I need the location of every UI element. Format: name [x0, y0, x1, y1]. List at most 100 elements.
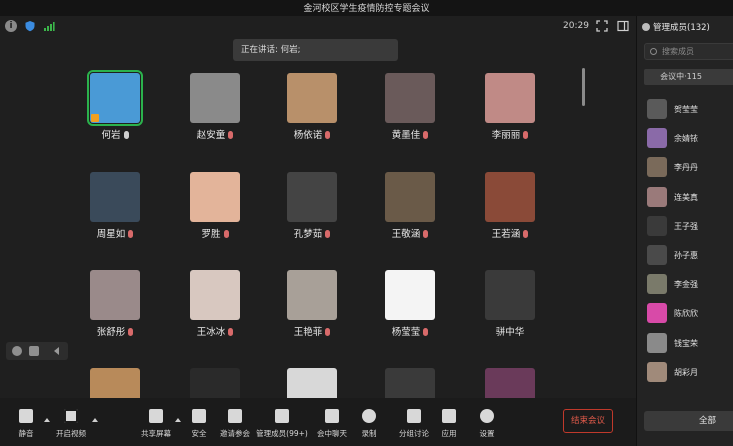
member-row[interactable]: 王子强 — [647, 215, 733, 237]
member-name: 王子强 — [674, 221, 698, 231]
mic-muted-icon — [228, 131, 234, 139]
member-row[interactable]: 钱宝荣 — [647, 332, 733, 354]
participant-name: 孔梦茹 — [272, 226, 352, 240]
member-name: 钱宝荣 — [674, 338, 698, 348]
shield-icon[interactable] — [24, 20, 36, 32]
member-row[interactable]: 孙子惠 — [647, 244, 733, 266]
participant-tile[interactable]: 张舒彤 — [75, 263, 155, 343]
participant-avatar — [485, 270, 535, 320]
participant-name: 周星如 — [75, 226, 155, 240]
participant-name: 李丽丽 — [470, 127, 550, 141]
clock: 20:29 — [563, 21, 589, 31]
member-row[interactable]: 贺莹莹 — [647, 98, 733, 120]
member-row[interactable]: 李金强 — [647, 273, 733, 295]
participant-name: 王冰冰 — [175, 324, 255, 338]
window-title: 金河校区学生疫情防控专题会议 — [303, 4, 430, 14]
members-panel-title: 管理成员(132) — [653, 23, 710, 33]
layout-icon[interactable] — [617, 20, 629, 32]
participant-name-text: 张舒彤 — [96, 327, 126, 338]
member-row[interactable]: 连美真 — [647, 186, 733, 208]
participant-tile[interactable]: 骈中华 — [470, 263, 550, 343]
participant-avatar — [287, 73, 337, 123]
participant-avatar — [385, 270, 435, 320]
shield-check-icon — [192, 409, 206, 423]
mic-muted-icon — [325, 328, 331, 336]
participant-name: 杨莹莹 — [370, 324, 450, 338]
tab-in-meeting[interactable]: 会议中·115 — [644, 69, 733, 85]
member-avatar — [647, 99, 667, 119]
info-icon[interactable]: i — [5, 20, 17, 32]
chat-bubble-icon[interactable] — [29, 346, 39, 356]
participant-tile[interactable]: 周星如 — [75, 165, 155, 245]
members-panel-header: 管理成员(132) — [642, 21, 710, 33]
members-icon — [642, 23, 650, 31]
mic-muted-icon — [423, 131, 429, 139]
members-button[interactable]: 管理成员(99+) — [256, 408, 308, 444]
title-bar: 金河校区学生疫情防控专题会议 — [0, 0, 733, 16]
all-members-button[interactable]: 全部 — [644, 411, 733, 431]
mic-muted-icon — [325, 230, 331, 238]
participant-tile[interactable]: 王艳菲 — [272, 263, 352, 343]
participant-tile[interactable]: 杨莹莹 — [370, 263, 450, 343]
fullscreen-icon[interactable] — [596, 20, 608, 32]
member-row[interactable]: 陈欣欣 — [647, 302, 733, 324]
participant-name: 罗胜 — [175, 226, 255, 240]
member-name: 贺莹莹 — [674, 105, 698, 114]
participant-tile[interactable]: 王若涵 — [470, 165, 550, 245]
participant-name-text: 王若涵 — [491, 229, 521, 240]
signal-icon[interactable] — [43, 20, 55, 32]
participant-tile[interactable]: 何岩 — [75, 66, 155, 146]
participant-tile[interactable]: 杨依诺 — [272, 66, 352, 146]
participant-name: 骈中华 — [470, 324, 550, 338]
search-icon — [650, 48, 657, 55]
participant-name-text: 王冰冰 — [196, 327, 226, 338]
member-row[interactable]: 胡彩月 — [647, 361, 733, 383]
participant-avatar — [190, 270, 240, 320]
participant-avatar — [190, 172, 240, 222]
settings-button[interactable]: 设置 — [464, 408, 510, 444]
record-icon — [362, 409, 376, 423]
participant-avatar — [90, 270, 140, 320]
participant-tile[interactable]: 罗胜 — [175, 165, 255, 245]
participant-name-text: 王敬涵 — [391, 229, 421, 240]
participant-tile[interactable]: 王冰冰 — [175, 263, 255, 343]
member-search-input[interactable]: 搜索成员 — [644, 43, 733, 60]
member-name: 李丹丹 — [674, 163, 698, 173]
video-off-button[interactable]: 开启视频 — [48, 408, 94, 444]
member-row[interactable]: 余婧铱 — [647, 127, 733, 149]
member-avatar — [647, 361, 667, 382]
mic-muted-icon — [223, 230, 229, 238]
member-name: 胡彩月 — [674, 367, 698, 377]
members-icon — [275, 409, 289, 423]
caret-up-icon[interactable] — [44, 418, 50, 422]
host-badge-icon — [91, 114, 99, 122]
participant-name: 王敬涵 — [370, 226, 450, 240]
participant-name-text: 杨依诺 — [293, 130, 323, 141]
collapse-arrow-icon[interactable] — [54, 347, 59, 355]
apps-icon — [442, 409, 456, 423]
chat-icon — [325, 409, 339, 423]
participant-name-text: 罗胜 — [201, 229, 221, 240]
member-avatar — [647, 215, 667, 236]
caret-up-icon[interactable] — [175, 418, 181, 422]
member-row[interactable]: 李丹丹 — [647, 156, 733, 178]
participant-avatar — [87, 70, 143, 126]
emoji-icon[interactable] — [12, 346, 22, 356]
microphone-icon — [19, 409, 33, 423]
caret-up-icon[interactable] — [92, 418, 98, 422]
mic-muted-icon — [128, 230, 134, 238]
end-meeting-button[interactable]: 结束会议 — [563, 409, 613, 433]
member-avatar — [647, 186, 667, 207]
participant-tile[interactable]: 李丽丽 — [470, 66, 550, 146]
participant-tile[interactable]: 孔梦茹 — [272, 165, 352, 245]
mic-muted-icon — [423, 328, 429, 336]
toolbar-label: 开启视频 — [56, 429, 86, 438]
participant-name-text: 王艳菲 — [293, 327, 323, 338]
participant-tile[interactable]: 赵安童 — [175, 66, 255, 146]
participant-name: 黄墨佳 — [370, 127, 450, 141]
member-name: 李金强 — [674, 280, 698, 290]
share-screen-icon — [149, 409, 163, 423]
participant-tile[interactable]: 黄墨佳 — [370, 66, 450, 146]
grid-scrollbar[interactable] — [582, 68, 585, 106]
participant-tile[interactable]: 王敬涵 — [370, 165, 450, 245]
